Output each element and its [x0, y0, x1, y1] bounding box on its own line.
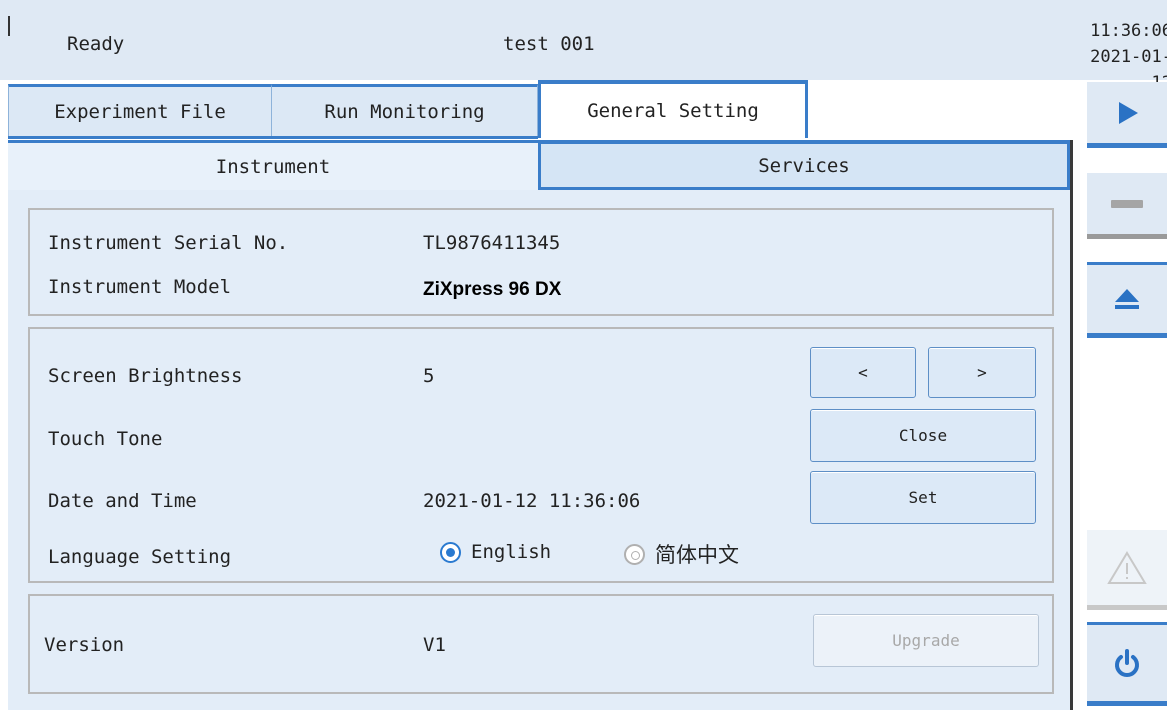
language-chinese-label: 简体中文	[655, 543, 739, 567]
tab-underline	[8, 136, 538, 139]
eject-icon	[1115, 289, 1139, 309]
brightness-value: 5	[423, 365, 435, 387]
brightness-label: Screen Brightness	[48, 365, 243, 387]
set-datetime-button[interactable]: Set	[810, 471, 1036, 524]
settings-panel: Screen Brightness 5 < > Touch Tone Close…	[28, 327, 1054, 583]
subtab-instrument[interactable]: Instrument	[8, 140, 538, 190]
power-icon	[1115, 649, 1139, 677]
instrument-info-panel: Instrument Serial No. TL9876411345 Instr…	[28, 208, 1054, 316]
serial-value: TL9876411345	[423, 232, 561, 254]
stop-icon	[1111, 199, 1143, 208]
warning-icon	[1107, 550, 1147, 584]
current-file-name: test 001	[503, 33, 595, 55]
model-value: ZiXpress 96 DX	[423, 279, 562, 300]
clock-time: 11:36:06	[1090, 21, 1167, 41]
stop-run-button[interactable]	[1087, 173, 1167, 239]
brightness-increase-button[interactable]: >	[928, 347, 1036, 398]
alarm-button[interactable]	[1087, 530, 1167, 610]
upgrade-button[interactable]: Upgrade	[813, 614, 1039, 667]
tab-run-monitoring[interactable]: Run Monitoring	[272, 84, 538, 136]
play-icon	[1119, 101, 1138, 124]
language-english-label: English	[471, 541, 552, 563]
version-value: V1	[423, 634, 446, 656]
language-label: Language Setting	[48, 546, 232, 568]
datetime-label: Date and Time	[48, 490, 197, 512]
power-button[interactable]	[1087, 622, 1167, 706]
status-bar: Ready test 001 11:36:06 2021-01-12	[0, 0, 1167, 93]
subtab-services[interactable]: Services	[538, 140, 1070, 190]
status-bar-edge	[8, 16, 10, 36]
eject-button[interactable]	[1087, 262, 1167, 338]
radio-unselected-icon	[624, 543, 645, 565]
touch-tone-label: Touch Tone	[48, 428, 163, 450]
radio-selected-icon	[440, 541, 461, 563]
status-text: Ready	[67, 33, 125, 55]
touch-tone-close-button[interactable]: Close	[810, 409, 1036, 462]
general-setting-content: Instrument Services Instrument Serial No…	[8, 140, 1070, 710]
tab-experiment-file[interactable]: Experiment File	[8, 84, 272, 136]
datetime-value: 2021-01-12 11:36:06	[423, 490, 641, 512]
version-panel: Version V1 Upgrade	[28, 594, 1054, 694]
serial-label: Instrument Serial No.	[48, 232, 289, 254]
main-tabs: Experiment File Run Monitoring General S…	[0, 80, 1073, 140]
model-label: Instrument Model	[48, 276, 232, 298]
language-chinese-radio[interactable]: 简体中文	[624, 539, 739, 569]
toolbar-divider	[1070, 140, 1073, 710]
start-run-button[interactable]	[1087, 82, 1167, 148]
language-english-radio[interactable]: English	[440, 541, 551, 563]
version-label: Version	[44, 634, 125, 656]
tab-general-setting[interactable]: General Setting	[538, 80, 808, 138]
brightness-decrease-button[interactable]: <	[810, 347, 916, 398]
